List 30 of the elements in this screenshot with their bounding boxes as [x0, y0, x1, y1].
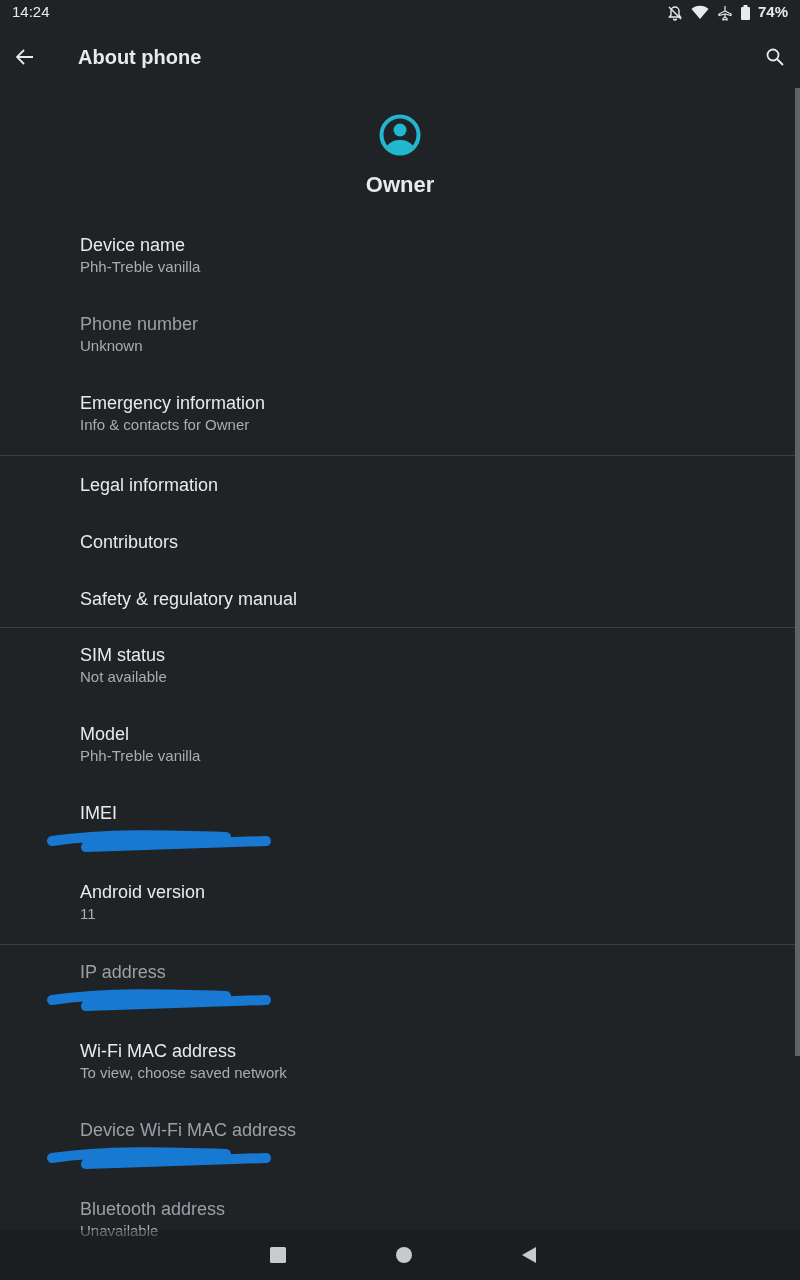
setting-summary: Unavailable: [80, 1221, 160, 1241]
setting-title[interactable]: Model: [80, 722, 760, 746]
owner-name: Owner: [365, 171, 435, 199]
bell-off-icon: [666, 4, 683, 21]
setting-title[interactable]: Legal information: [80, 472, 219, 497]
profile-icon[interactable]: [379, 114, 421, 156]
setting-summary: Not available: [80, 667, 168, 687]
setting-title[interactable]: Contributors: [80, 529, 179, 554]
setting-title[interactable]: Safety & regulatory manual: [80, 586, 298, 611]
setting-title[interactable]: Emergency information: [80, 391, 760, 415]
setting-summary: Phh-Treble vanilla: [80, 257, 202, 277]
setting-title[interactable]: Android version: [80, 880, 760, 904]
setting-title[interactable]: Device name: [80, 233, 760, 257]
setting-title[interactable]: Wi-Fi MAC address: [80, 1039, 760, 1063]
home-circle-icon[interactable]: [396, 1247, 412, 1263]
back-triangle-icon[interactable]: [522, 1247, 536, 1263]
setting-title[interactable]: IMEI: [80, 801, 760, 825]
setting-summary: 11: [80, 904, 97, 924]
battery-icon: [740, 5, 750, 20]
setting-summary: Unknown: [80, 336, 144, 356]
wifi-icon: [690, 5, 709, 20]
screen-title: About phone: [78, 44, 202, 70]
setting-summary: Info & contacts for Owner: [80, 415, 251, 435]
setting-summary: To view, choose saved network: [80, 1063, 288, 1083]
search-icon[interactable]: [766, 47, 784, 66]
status-time: 14:24: [12, 2, 50, 23]
setting-summary: Phh-Treble vanilla: [80, 746, 202, 766]
back-arrow-icon[interactable]: [16, 48, 34, 65]
battery-percent: 74%: [757, 2, 788, 23]
setting-title[interactable]: SIM status: [80, 643, 760, 667]
